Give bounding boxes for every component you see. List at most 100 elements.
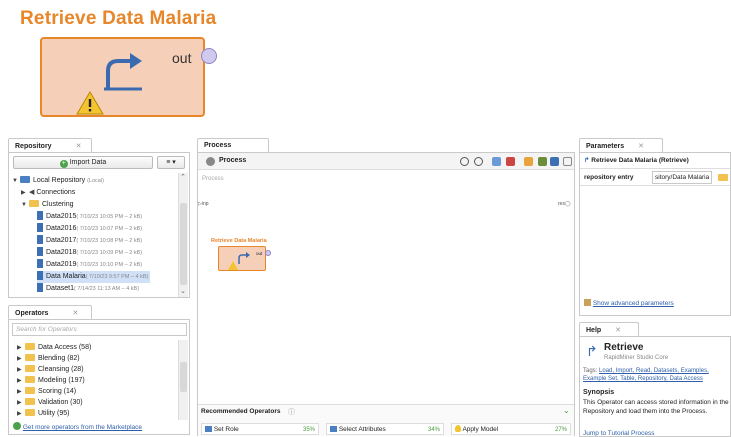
operator-group-scoring[interactable]: ▶ Scoring (14) (17, 386, 76, 397)
tree-meta: ( 7/10/23 10:10 PM – 2 kB) (76, 262, 143, 268)
chevron-right-icon[interactable]: ▶ (21, 187, 29, 199)
tags-links[interactable]: Load, Import, Read, Datasets, Examples, … (583, 368, 709, 382)
recommended-item-apply-model[interactable]: Apply Model 27% (451, 423, 571, 435)
repository-scrollbar[interactable]: ⌃ ⌄ (178, 173, 188, 297)
repository-icon (20, 176, 30, 183)
lightbulb-icon (455, 425, 461, 432)
chevron-right-icon[interactable]: ▶ (17, 409, 25, 420)
folder-icon[interactable] (718, 174, 728, 181)
tree-label: Connections (36, 189, 76, 196)
operator-group-utility[interactable]: ▶ Utility (95) (17, 408, 70, 419)
process-result-port[interactable]: res◯ (558, 201, 571, 207)
tree-item-local-repository[interactable]: ▼ Local Repository (Local) (12, 175, 104, 187)
process-input-port[interactable]: ▷inp (198, 201, 209, 207)
grid-icon[interactable] (563, 157, 572, 166)
marketplace-link[interactable]: Get more operators from the Marketplace (23, 424, 142, 431)
operator-group-modeling[interactable]: ▶ Modeling (197) (17, 375, 85, 386)
result-port-label: res (558, 201, 565, 207)
close-icon[interactable]: ✕ (76, 143, 82, 150)
show-advanced-parameters-link[interactable]: Show advanced parameters (593, 300, 674, 307)
info-icon[interactable]: ⓘ (288, 407, 295, 417)
recommended-title: Recommended Operators (201, 408, 281, 415)
tree-item-data2018[interactable]: Data2018( 7/10/23 10:09 PM – 2 kB) (37, 247, 142, 259)
tags-prefix: Tags: (583, 368, 598, 374)
retrieve-arrow-icon: ↱ (586, 343, 598, 359)
tree-item-data2015[interactable]: Data2015( 7/10/23 10:05 PM – 2 kB) (37, 211, 142, 223)
auto-wire-icon[interactable] (538, 157, 547, 166)
fit-icon[interactable] (492, 157, 501, 166)
parameter-label: repository entry (584, 174, 634, 181)
close-icon[interactable]: ✕ (72, 310, 78, 317)
tree-label: Data2019 (46, 261, 77, 268)
folder-icon (25, 343, 35, 350)
scroll-up-icon[interactable]: ⌃ (180, 173, 186, 181)
tree-meta: ( 7/10/23 10:09 PM – 2 kB) (76, 250, 143, 256)
mini-operator-retrieve[interactable]: out (218, 246, 266, 271)
folder-icon (25, 354, 35, 361)
mini-operator-title: Retrieve Data Malaria (211, 238, 267, 244)
operator-group-label: Cleansing (28) (38, 366, 84, 373)
operator-group-data-access[interactable]: ▶ Data Access (58) (17, 342, 91, 353)
note-icon[interactable] (524, 157, 533, 166)
tab-repository[interactable]: Repository ✕ (8, 138, 92, 153)
import-data-button[interactable]: + Import Data (13, 156, 153, 169)
zoomed-output-port[interactable] (201, 48, 217, 64)
recommended-item-pct: 35% (302, 427, 315, 433)
tree-item-data-malaria[interactable]: Data Malaria( 7/10/23 9:57 PM – 4 kB) (37, 271, 151, 283)
recommended-item-select-attributes[interactable]: Select Attributes 34% (326, 423, 444, 435)
folder-icon (25, 398, 35, 405)
operator-group-blending[interactable]: ▶ Blending (82) (17, 353, 80, 364)
parameter-row-repository-entry: repository entry sitory/Data Malaria (580, 168, 730, 186)
tree-item-connections[interactable]: ▶ ◀ Connections (21, 187, 75, 199)
tab-operators[interactable]: Operators ✕ (8, 305, 92, 320)
recommended-operators-bar: Recommended Operators ⓘ ⌄ Set Role 35% S… (198, 404, 574, 436)
tree-item-data2016[interactable]: Data2016( 7/10/23 10:07 PM – 2 kB) (37, 223, 142, 235)
scroll-thumb[interactable] (180, 203, 187, 285)
operator-group-cleansing[interactable]: ▶ Cleansing (28) (17, 364, 84, 375)
tree-item-data2019[interactable]: Data2019( 7/10/23 10:10 PM – 2 kB) (37, 259, 142, 271)
tab-help-label: Help (586, 327, 602, 334)
tab-parameters-label: Parameters (586, 143, 625, 150)
tree-item-clustering[interactable]: ▼ Clustering (21, 199, 74, 211)
dataset-icon (37, 235, 43, 244)
zoom-in-icon[interactable] (460, 157, 469, 166)
repository-entry-field[interactable]: sitory/Data Malaria (652, 171, 712, 184)
tree-item-dataset1[interactable]: Dataset1( 7/14/23 11:13 AM – 4 kB) (37, 283, 139, 295)
process-breadcrumb: Process (202, 176, 224, 182)
chevron-down-icon[interactable]: ⌄ (563, 406, 570, 415)
recommended-item-set-role[interactable]: Set Role 35% (201, 423, 319, 435)
help-subtitle: RapidMiner Studio Core (604, 355, 669, 361)
close-icon[interactable]: ✕ (615, 327, 621, 334)
tab-parameters[interactable]: Parameters ✕ (579, 138, 663, 153)
warning-icon (228, 261, 238, 270)
tutorial-link[interactable]: Jump to Tutorial Process (583, 430, 655, 436)
repository-menu-button[interactable]: ≡ ▾ (157, 156, 185, 169)
zoomed-operator-box[interactable] (40, 37, 205, 117)
scroll-down-icon[interactable]: ⌄ (180, 287, 186, 295)
operators-scrollbar[interactable] (178, 340, 188, 420)
chevron-down-icon[interactable]: ▼ (21, 199, 29, 211)
chevron-down-icon[interactable]: ▼ (12, 175, 20, 187)
operator-search-input[interactable]: Search for Operators (12, 323, 187, 336)
warning-icon (76, 91, 104, 115)
scroll-thumb[interactable] (180, 362, 187, 392)
advanced-parameters-row[interactable]: Show advanced parameters (584, 299, 674, 307)
process-toolbar: Process (198, 153, 574, 170)
zoom-out-icon[interactable] (474, 157, 483, 166)
close-icon[interactable]: ✕ (638, 143, 644, 150)
tab-help[interactable]: Help ✕ (579, 322, 639, 337)
arrange-icon[interactable] (550, 157, 559, 166)
marketplace-link-row[interactable]: Get more operators from the Marketplace (13, 422, 142, 431)
bookmark-icon[interactable] (506, 157, 515, 166)
recommended-item-label: Apply Model (462, 426, 499, 433)
tree-item-data2017[interactable]: Data2017( 7/10/23 10:08 PM – 2 kB) (37, 235, 142, 247)
mini-output-port[interactable] (265, 250, 271, 256)
operator-group-label: Validation (30) (38, 399, 83, 406)
folder-icon (25, 409, 35, 416)
tree-label: Data2016 (46, 225, 77, 232)
operators-panel: Search for Operators ▶ Data Access (58) ▶… (8, 319, 190, 435)
retrieve-arrow-icon (104, 53, 142, 91)
tab-process[interactable]: Process (197, 138, 269, 153)
process-header-label: Process (219, 157, 247, 164)
operator-group-validation[interactable]: ▶ Validation (30) (17, 397, 83, 408)
